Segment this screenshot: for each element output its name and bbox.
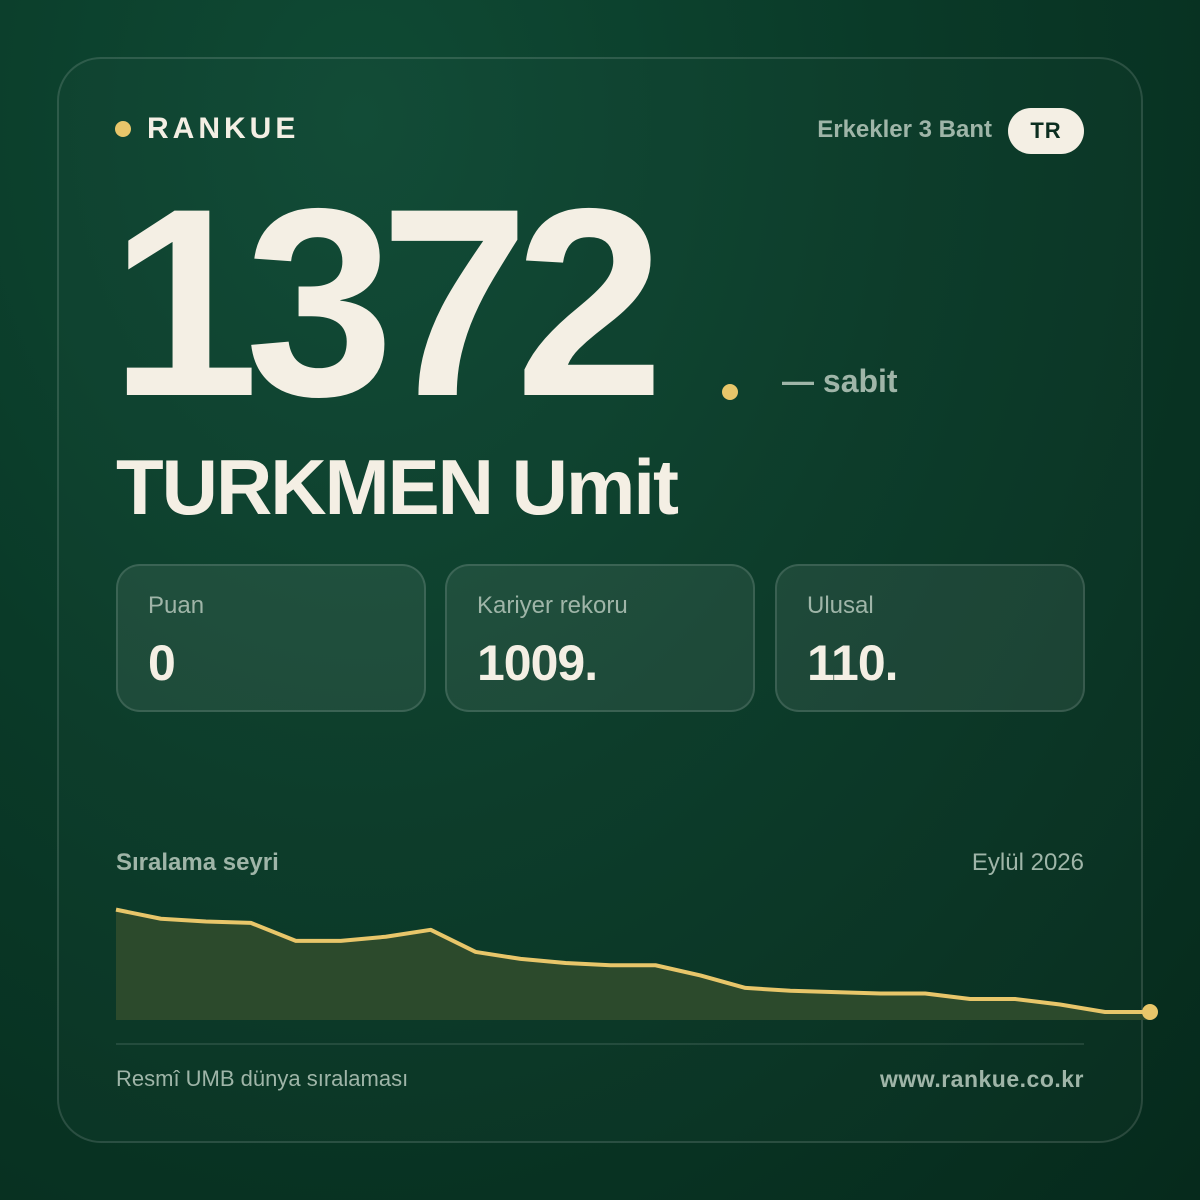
- stat-card-points: Puan 0: [116, 564, 426, 712]
- stat-label: Kariyer rekoru: [477, 592, 628, 619]
- stat-label: Ulusal: [807, 592, 874, 619]
- player-name: TURKMEN Umit: [116, 443, 679, 531]
- stat-card-national: Ulusal 110.: [775, 564, 1085, 712]
- footer-divider: [116, 1043, 1084, 1045]
- brand: RANKUE: [115, 112, 299, 146]
- world-rank: 1372: [110, 152, 664, 452]
- brand-name: RANKUE: [147, 112, 300, 145]
- trend-current-point: [1142, 1004, 1158, 1020]
- chart-date: Eylül 2026: [971, 849, 1084, 876]
- stat-label: Puan: [148, 592, 205, 619]
- stat-value: 110.: [807, 635, 899, 691]
- footer-url[interactable]: www.rankue.co.kr: [880, 1066, 1084, 1093]
- category-label: Erkekler 3 Bant: [817, 116, 992, 143]
- stat-value: 1009.: [477, 635, 598, 691]
- stat-card-career-best: Kariyer rekoru 1009.: [445, 564, 755, 712]
- rank-change: — sabit: [782, 363, 898, 399]
- stat-value: 0: [148, 635, 176, 691]
- chart-title: Sıralama seyri: [116, 849, 279, 876]
- rank-dot-icon: [722, 384, 738, 400]
- footer-source: Resmî UMB dünya sıralaması: [116, 1066, 409, 1091]
- brand-dot-icon: [115, 121, 131, 137]
- country-badge: TR: [1008, 108, 1084, 154]
- rank-trend-chart: [115, 907, 1158, 1020]
